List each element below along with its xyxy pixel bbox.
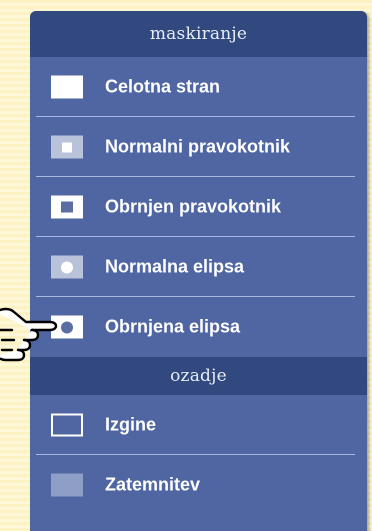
section-header-masking: maskiranje (30, 11, 367, 57)
menu-item-label: Obrnjen pravokotnik (105, 196, 282, 217)
normal-rectangle-icon (51, 135, 83, 159)
menu-item-label: Izgine (105, 414, 157, 435)
menu-item-disappear[interactable]: Izgine (30, 395, 367, 455)
section-header-background: ozadje (30, 357, 367, 395)
full-page-icon (51, 75, 83, 99)
menu-item-label: Celotna stran (105, 76, 221, 97)
menu-item-full-page[interactable]: Celotna stran (30, 57, 367, 117)
menu-item-inverted-rectangle[interactable]: Obrnjen pravokotnik (30, 177, 367, 237)
menu-item-label: Normalna elipsa (105, 256, 245, 277)
menu-item-label: Normalni pravokotnik (105, 136, 291, 157)
menu-item-inverted-ellipse[interactable]: Obrnjena elipsa (30, 297, 367, 357)
menu-item-normal-rectangle[interactable]: Normalni pravokotnik (30, 117, 367, 177)
normal-ellipse-icon (51, 255, 83, 279)
disappear-icon (51, 413, 83, 437)
menu-item-label: Obrnjena elipsa (105, 316, 241, 337)
pointing-hand-icon (0, 307, 58, 362)
dim-icon (51, 473, 83, 497)
menu-item-normal-ellipse[interactable]: Normalna elipsa (30, 237, 367, 297)
menu-item-label: Zatemnitev (105, 474, 201, 495)
inverted-rectangle-icon (51, 195, 83, 219)
menu-panel: maskiranje Celotna stran Normalni pravok… (30, 11, 367, 531)
menu-item-dim[interactable]: Zatemnitev (30, 455, 367, 515)
